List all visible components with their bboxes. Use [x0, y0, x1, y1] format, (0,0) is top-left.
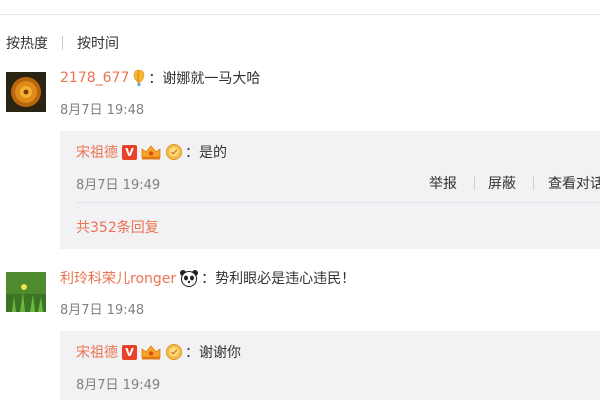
- verified-v-icon: V: [122, 344, 137, 360]
- vip-crown-icon: [141, 145, 161, 160]
- balloon-icon: [134, 69, 145, 86]
- comment-username[interactable]: 2178_677: [60, 70, 129, 86]
- avatar-grass-image: [6, 272, 46, 312]
- sort-by-hot-tab[interactable]: 按热度: [6, 33, 48, 53]
- block-link[interactable]: 屏蔽: [488, 173, 516, 193]
- top-divider: [0, 14, 600, 15]
- vip-crown-icon: [141, 345, 161, 360]
- verified-v-icon: V: [122, 144, 137, 160]
- sort-separator: [62, 36, 63, 50]
- avatar[interactable]: [6, 72, 46, 112]
- action-separator: [474, 176, 475, 190]
- panda-icon: [180, 270, 199, 287]
- action-separator: [533, 176, 534, 190]
- comment-line: 2178_677 ： 谢娜就一马大哈: [60, 67, 260, 89]
- comment-line: 利玲科荣儿ronger ： 势利眼必是违心违民！: [60, 267, 355, 289]
- comment-text: 谢娜就一马大哈: [162, 71, 261, 87]
- reply-username[interactable]: 宋祖德: [76, 142, 118, 162]
- report-link[interactable]: 举报: [429, 173, 457, 193]
- sort-by-time-tab[interactable]: 按时间: [77, 33, 119, 53]
- reply-text: 是的: [199, 145, 227, 161]
- comment-colon: ：: [201, 271, 216, 287]
- comment-timestamp: 8月7日 19:48: [60, 303, 145, 318]
- reply-line: 宋祖德 V ： 是的: [76, 141, 227, 163]
- reply-colon: ：: [185, 145, 199, 161]
- comment-username[interactable]: 利玲科荣儿ronger: [60, 268, 176, 288]
- view-conversation-link[interactable]: 查看对话: [548, 173, 600, 193]
- medal-icon: [166, 144, 182, 160]
- medal-icon: [166, 344, 182, 360]
- comment-timestamp: 8月7日 19:48: [60, 103, 145, 118]
- comment-text: 势利眼必是违心违民！: [215, 271, 356, 287]
- reply-username[interactable]: 宋祖德: [76, 342, 118, 362]
- sort-bar: 按热度 按时间: [6, 33, 119, 53]
- reply-line: 宋祖德 V ： 谢谢你: [76, 341, 241, 363]
- reply-colon: ：: [185, 345, 199, 361]
- reply-timestamp: 8月7日 19:49: [76, 378, 161, 393]
- reply-text: 谢谢你: [199, 345, 241, 361]
- reply-box: 宋祖德 V ： 谢谢你 8月7日 19:49: [60, 331, 600, 400]
- reply-divider: [76, 202, 600, 203]
- reply-count-link[interactable]: 共352条回复: [76, 217, 159, 237]
- reply-box: 宋祖德 V ： 是的 8月7日 19:49 举报 屏蔽 查看对话 共352条回复: [60, 131, 600, 249]
- reply-timestamp: 8月7日 19:49: [76, 178, 161, 193]
- avatar-flower-image: [6, 72, 46, 112]
- comment-colon: ：: [148, 71, 163, 87]
- avatar[interactable]: [6, 272, 46, 312]
